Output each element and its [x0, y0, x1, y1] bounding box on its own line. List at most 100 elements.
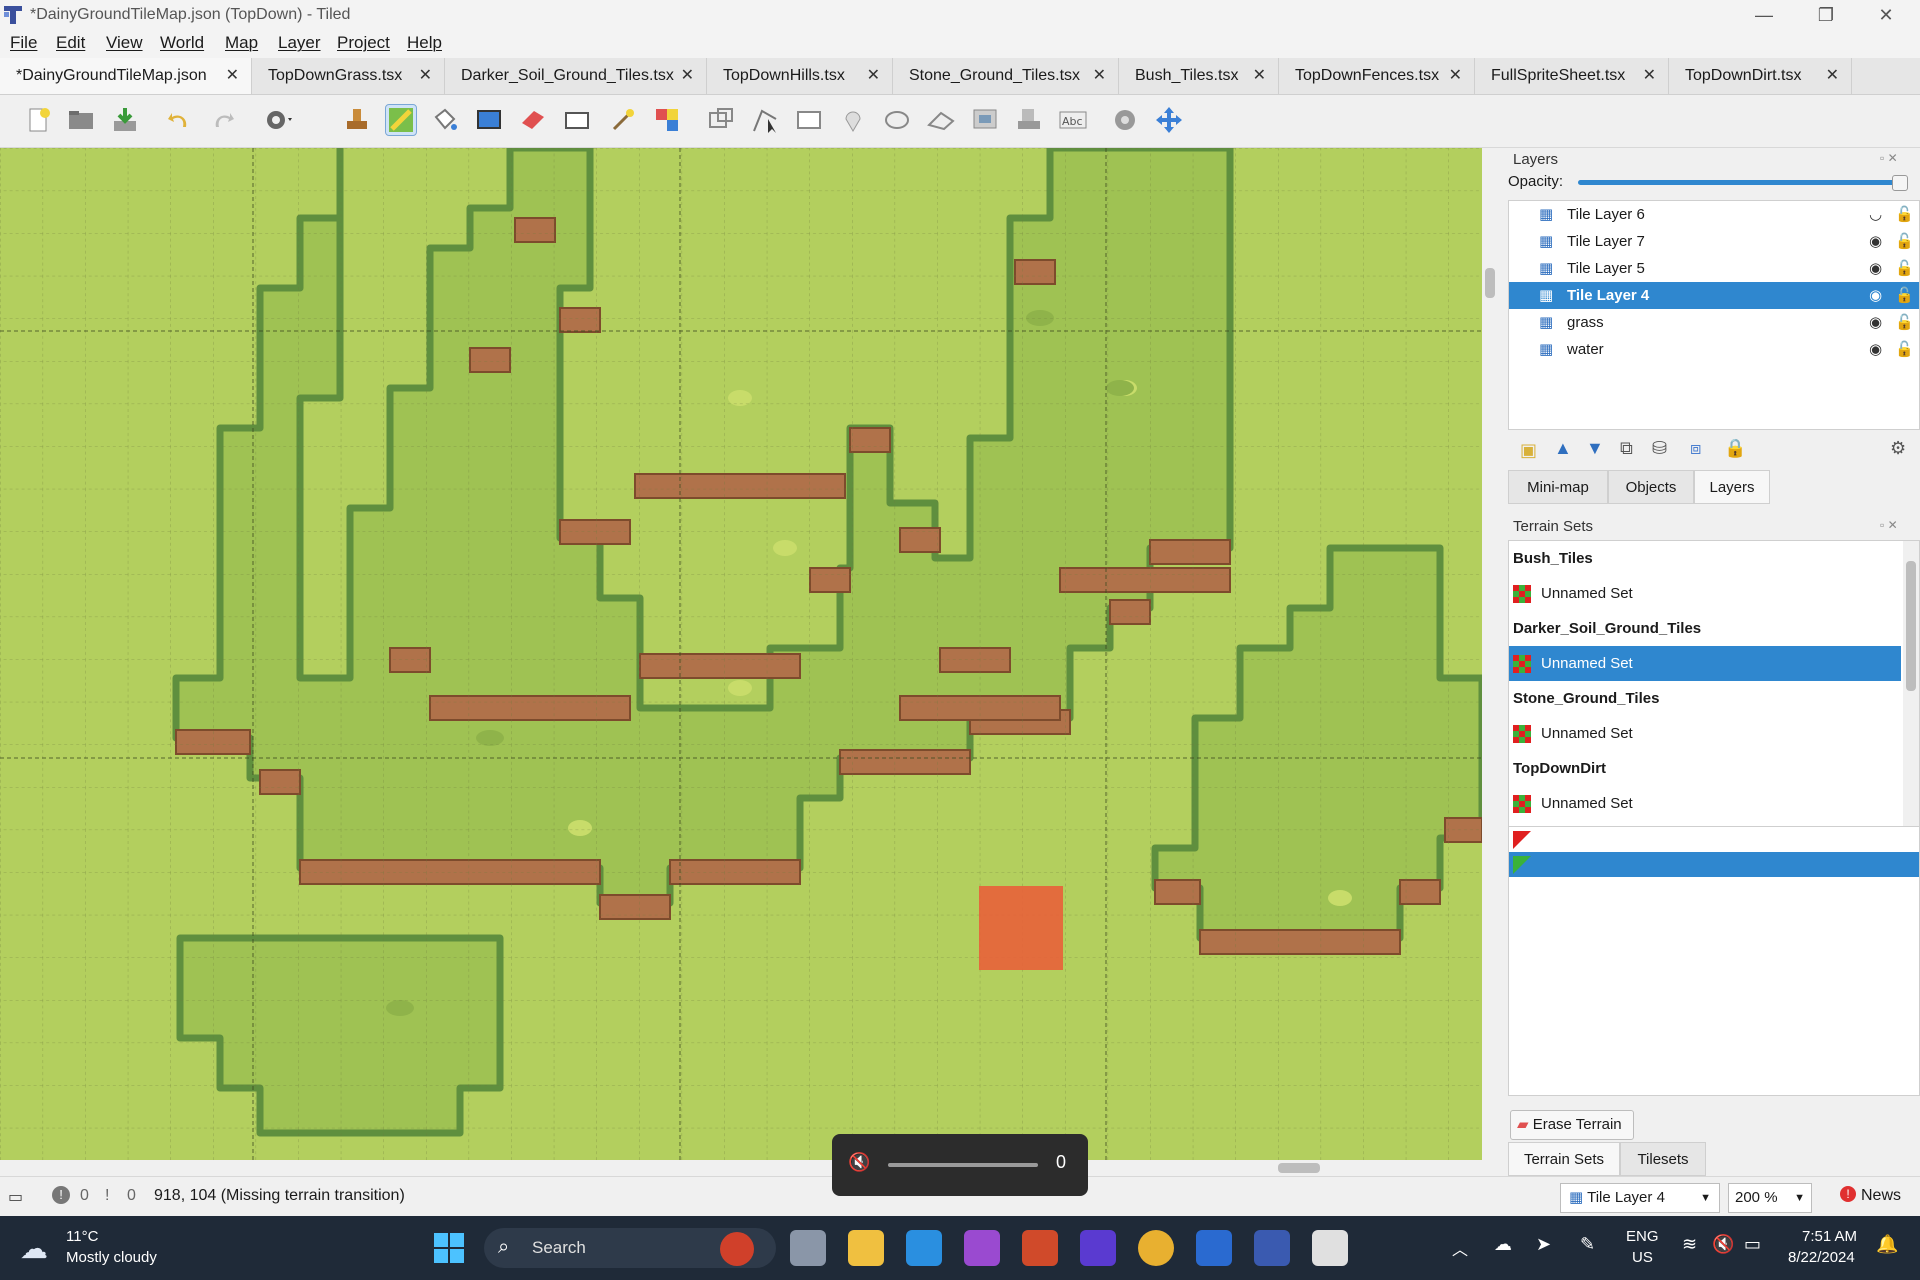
erase-terrain-button[interactable]: ▰ Erase Terrain — [1510, 1110, 1634, 1140]
terrain-item-selected[interactable] — [1509, 852, 1919, 877]
eye-closed-icon[interactable]: ◡ — [1869, 201, 1882, 228]
language-primary[interactable]: ENG — [1626, 1228, 1659, 1245]
tab-close-icon[interactable]: ✕ — [681, 58, 694, 94]
stamp-settings-icon[interactable] — [262, 105, 292, 135]
map-canvas[interactable] — [0, 148, 1482, 1160]
notification-bell-icon[interactable]: 🔔 — [1876, 1234, 1898, 1255]
tab-close-icon[interactable]: ✕ — [1253, 58, 1266, 94]
tab-dainyground-map[interactable]: *DainyGroundTileMap.json ✕ — [0, 58, 252, 94]
layer-row[interactable]: ▦ grass ◉ 🔓 — [1509, 309, 1919, 336]
affinity-designer-icon[interactable] — [906, 1230, 942, 1266]
lock-icon[interactable]: 🔓 — [1895, 228, 1914, 255]
tab-close-icon[interactable]: ✕ — [1826, 58, 1839, 94]
panel-float-icon[interactable]: ▫ ✕ — [1880, 151, 1898, 165]
layer-row[interactable]: ▦ water ◉ 🔓 — [1509, 336, 1919, 363]
task-view-icon[interactable] — [790, 1230, 826, 1266]
eye-icon[interactable]: ◉ — [1869, 282, 1882, 309]
snipping-tool-icon[interactable] — [1312, 1230, 1348, 1266]
taskbar-search[interactable]: ⌕ Search — [484, 1228, 776, 1268]
menu-help[interactable]: Help — [407, 33, 442, 53]
minimize-button[interactable]: — — [1734, 0, 1794, 30]
eye-icon[interactable]: ◉ — [1869, 309, 1882, 336]
current-layer-combo[interactable]: ▦ Tile Layer 4 ▼ — [1560, 1183, 1720, 1213]
delete-layer-icon[interactable]: ⛁ — [1652, 438, 1667, 459]
console-icon[interactable]: ▭ — [8, 1187, 23, 1207]
terrain-set-item[interactable]: Unnamed Set — [1509, 646, 1901, 681]
lock-layer-icon[interactable]: 🔒 — [1724, 438, 1746, 459]
tab-stone-ground[interactable]: Stone_Ground_Tiles.tsx ✕ — [893, 58, 1119, 94]
news-link[interactable]: News — [1861, 1187, 1901, 1205]
opacity-slider[interactable] — [1578, 175, 1908, 191]
tab-close-icon[interactable]: ✕ — [1093, 58, 1106, 94]
tab-topdownhills[interactable]: TopDownHills.tsx ✕ — [707, 58, 893, 94]
lock-icon[interactable]: 🔓 — [1895, 309, 1914, 336]
tab-close-icon[interactable]: ✕ — [867, 58, 880, 94]
lock-icon[interactable]: 🔓 — [1895, 282, 1914, 309]
onedrive-icon[interactable]: ☁ — [1494, 1234, 1512, 1255]
chrome-icon[interactable] — [1138, 1230, 1174, 1266]
send-icon[interactable]: ➤ — [1536, 1234, 1551, 1255]
menu-layer[interactable]: Layer — [278, 33, 321, 53]
layer-options-icon[interactable]: ⚙ — [1890, 438, 1906, 459]
select-same-tile-icon[interactable] — [652, 105, 682, 135]
grammarly-icon[interactable] — [1080, 1230, 1116, 1266]
tab-fullspritesheet[interactable]: FullSpriteSheet.tsx ✕ — [1475, 58, 1669, 94]
chevron-up-icon[interactable]: ︿ — [1452, 1236, 1468, 1260]
insert-text-icon[interactable]: Abc — [1058, 105, 1088, 135]
menu-view[interactable]: View — [106, 33, 143, 53]
shape-fill-icon[interactable] — [474, 105, 504, 135]
layer-row[interactable]: ▦ Tile Layer 5 ◉ 🔓 — [1509, 255, 1919, 282]
raise-layer-icon[interactable]: ▲ — [1554, 438, 1572, 459]
zoom-combo[interactable]: 200 % ▼ — [1728, 1183, 1812, 1213]
menu-edit[interactable]: Edit — [56, 33, 85, 53]
move-tool-icon[interactable] — [1154, 105, 1184, 135]
volume-slider[interactable] — [888, 1163, 1038, 1167]
eye-icon[interactable]: ◉ — [1869, 255, 1882, 282]
weather-cloud-icon[interactable]: ☁ — [20, 1232, 48, 1265]
speaker-muted-icon[interactable]: 🔇 — [848, 1152, 870, 1173]
lock-icon[interactable]: 🔓 — [1895, 255, 1914, 282]
tiled-app-icon[interactable] — [1254, 1230, 1290, 1266]
stamp-brush-icon[interactable] — [342, 105, 372, 135]
lock-icon[interactable]: 🔓 — [1895, 336, 1914, 363]
tab-objects[interactable]: Objects — [1608, 470, 1694, 504]
menu-map[interactable]: Map — [225, 33, 258, 53]
layer-group-icon[interactable]: ⧈ — [1690, 438, 1701, 459]
affinity-photo-icon[interactable] — [964, 1230, 1000, 1266]
terrain-set-item[interactable]: Unnamed Set — [1509, 576, 1901, 611]
weather-temp[interactable]: 11°C — [66, 1228, 98, 1245]
error-icon[interactable]: ! — [52, 1186, 70, 1204]
terrain-set-item[interactable]: Unnamed Set — [1509, 786, 1901, 821]
clock-time[interactable]: 7:51 AM — [1802, 1228, 1857, 1245]
tab-topdownfences[interactable]: TopDownFences.tsx ✕ — [1279, 58, 1475, 94]
insert-polygon-icon[interactable] — [926, 105, 956, 135]
tab-close-icon[interactable]: ✕ — [419, 58, 432, 94]
close-button[interactable]: ✕ — [1856, 0, 1916, 30]
scroll-thumb[interactable] — [1906, 561, 1916, 691]
insert-tile-icon[interactable] — [970, 105, 1000, 135]
rectangle-select-icon[interactable] — [562, 105, 592, 135]
new-file-icon[interactable] — [24, 105, 54, 135]
save-icon[interactable] — [110, 105, 140, 135]
wifi-icon[interactable]: ≋ — [1682, 1234, 1697, 1255]
eye-icon[interactable]: ◉ — [1869, 228, 1882, 255]
tab-mini-map[interactable]: Mini-map — [1508, 470, 1608, 504]
insert-point-icon[interactable] — [838, 105, 868, 135]
map-vertical-scrollbar[interactable] — [1482, 148, 1498, 1160]
terrain-list-scrollbar[interactable] — [1903, 541, 1919, 829]
panel-float-icon[interactable]: ▫ ✕ — [1880, 518, 1898, 532]
select-objects-icon[interactable] — [706, 105, 736, 135]
tab-close-icon[interactable]: ✕ — [226, 58, 239, 94]
lock-icon[interactable]: 🔓 — [1895, 201, 1914, 228]
insert-template-icon[interactable] — [1014, 105, 1044, 135]
speaker-muted-icon[interactable]: 🔇 — [1712, 1234, 1734, 1255]
world-tool-icon[interactable] — [1110, 105, 1140, 135]
layer-row[interactable]: ▦ Tile Layer 4 ◉ 🔓 — [1509, 282, 1919, 309]
tab-terrain-sets[interactable]: Terrain Sets — [1508, 1142, 1620, 1176]
eye-icon[interactable]: ◉ — [1869, 336, 1882, 363]
weather-desc[interactable]: Mostly cloudy — [66, 1249, 157, 1266]
terrain-brush-icon[interactable] — [385, 104, 417, 136]
tab-darker-soil[interactable]: Darker_Soil_Ground_Tiles.tsx ✕ — [445, 58, 707, 94]
pen-icon[interactable]: ✎ — [1580, 1234, 1595, 1255]
redo-icon[interactable] — [208, 105, 238, 135]
